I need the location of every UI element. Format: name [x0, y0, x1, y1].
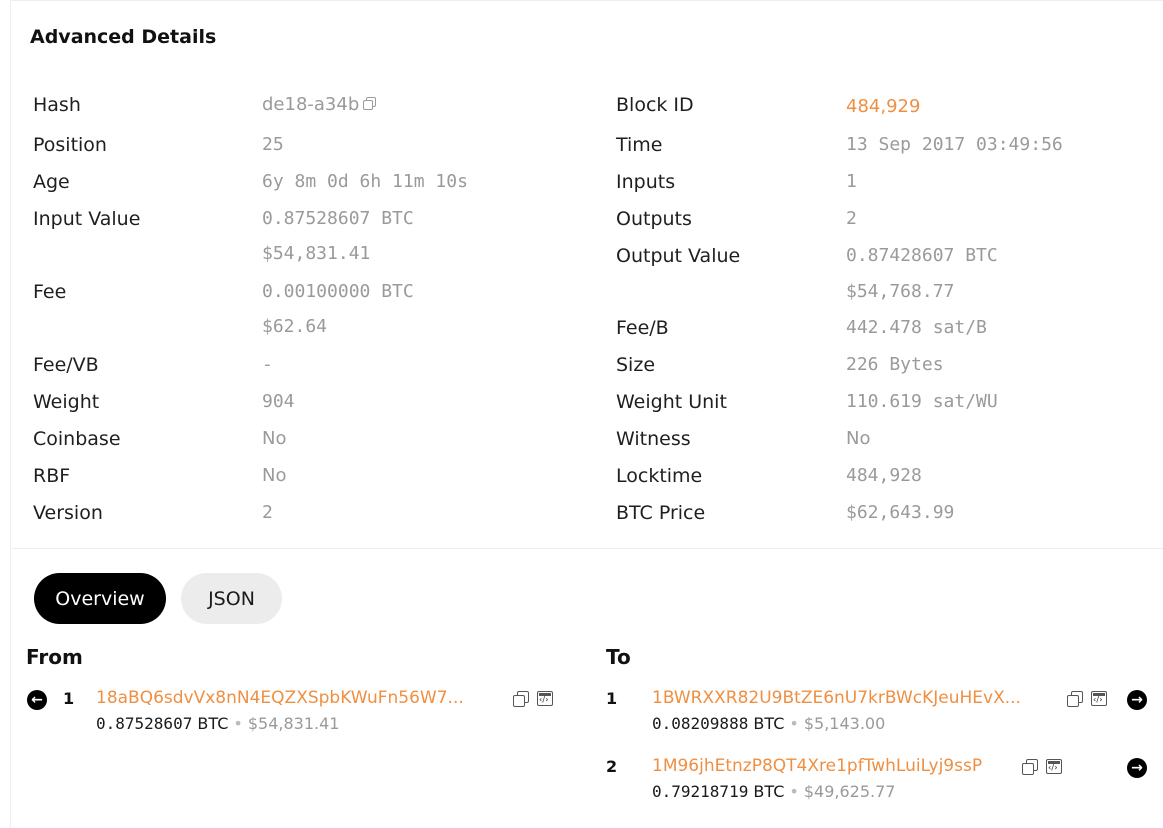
to-index-1: 1 — [606, 689, 618, 708]
to-btc-unit-1: BTC — [753, 714, 785, 733]
to-usd-2: $49,625.77 — [803, 782, 896, 801]
size-value: 226 Bytes — [846, 354, 944, 375]
witness-label: Witness — [616, 428, 691, 450]
output-value-btc: 0.87428607 BTC — [846, 245, 998, 266]
weight-unit-value: 110.619 sat/WU — [846, 391, 998, 412]
to-amount-2: 0.79218719 BTC • $49,625.77 — [652, 782, 895, 801]
input-value-label: Input Value — [33, 208, 141, 230]
to-btc-1: 0.08209888 — [652, 714, 749, 733]
inputs-value: 1 — [846, 171, 857, 192]
outputs-label: Outputs — [616, 208, 692, 230]
from-btc-unit: BTC — [197, 714, 229, 733]
output-value-label: Output Value — [616, 245, 741, 267]
locktime-value: 484,928 — [846, 465, 922, 486]
time-value: 13 Sep 2017 03:49:56 — [846, 134, 1063, 155]
to-btc-2: 0.79218719 — [652, 782, 749, 801]
fee-btc: 0.00100000 BTC — [262, 281, 414, 302]
rbf-label: RBF — [33, 465, 71, 487]
arrow-left-icon[interactable]: ← — [27, 690, 47, 710]
version-label: Version — [33, 502, 103, 524]
outputs-value: 2 — [846, 208, 857, 229]
rbf-value: No — [262, 465, 287, 486]
hash-label: Hash — [33, 94, 81, 116]
separator-dot: • — [789, 714, 799, 733]
to-usd-1: $5,143.00 — [803, 714, 886, 733]
from-heading: From — [26, 645, 83, 669]
size-label: Size — [616, 354, 656, 376]
output-value-usd: $54,768.77 — [846, 281, 955, 302]
block-id-link[interactable]: 484,929 — [846, 96, 920, 117]
copy-icon[interactable] — [363, 97, 377, 110]
hash-value[interactable]: de18-a34b — [262, 94, 359, 115]
from-address-link[interactable]: 18aBQ6sdvVx8nN4EQZXSpbKWuFn56W7... — [96, 688, 464, 708]
to-btc-unit-2: BTC — [753, 782, 785, 801]
tab-json[interactable]: JSON — [181, 573, 282, 624]
arrow-right-icon[interactable]: → — [1127, 758, 1147, 778]
age-label: Age — [33, 171, 70, 193]
age-value: 6y 8m 0d 6h 11m 10s — [262, 171, 468, 192]
input-value-btc: 0.87528607 BTC — [262, 208, 414, 229]
locktime-label: Locktime — [616, 465, 703, 487]
fee-usd: $62.64 — [262, 316, 328, 337]
witness-value: No — [846, 428, 871, 449]
copy-icon[interactable] — [1067, 691, 1083, 707]
coinbase-value: No — [262, 428, 287, 449]
script-icon[interactable] — [537, 691, 553, 706]
feevb-label: Fee/VB — [33, 354, 99, 376]
from-index: 1 — [63, 689, 75, 708]
position-label: Position — [33, 134, 107, 156]
fee-label: Fee — [33, 281, 67, 303]
feeb-label: Fee/B — [616, 317, 669, 339]
arrow-right-icon[interactable]: → — [1127, 690, 1147, 710]
block-id-label: Block ID — [616, 94, 694, 116]
from-usd: $54,831.41 — [247, 714, 340, 733]
script-icon[interactable] — [1091, 691, 1107, 706]
feevb-value: - — [262, 354, 273, 375]
script-icon[interactable] — [1046, 759, 1062, 774]
from-btc: 0.87528607 — [96, 714, 193, 733]
btc-price-value: $62,643.99 — [846, 502, 955, 523]
section-title: Advanced Details — [30, 26, 217, 48]
position-value: 25 — [262, 134, 284, 155]
to-heading: To — [606, 645, 631, 669]
time-label: Time — [616, 134, 663, 156]
weight-label: Weight — [33, 391, 100, 413]
input-value-usd: $54,831.41 — [262, 243, 371, 264]
coinbase-label: Coinbase — [33, 428, 121, 450]
separator-dot: • — [233, 714, 243, 733]
hash-value-group: de18-a34b — [262, 94, 377, 115]
feeb-value: 442.478 sat/B — [846, 317, 987, 338]
copy-icon[interactable] — [513, 691, 529, 707]
version-value: 2 — [262, 502, 273, 523]
from-amount: 0.87528607 BTC • $54,831.41 — [96, 714, 339, 733]
btc-price-label: BTC Price — [616, 502, 706, 524]
inputs-label: Inputs — [616, 171, 676, 193]
to-address-link-1[interactable]: 1BWRXXR82U9BtZE6nU7krBWcKJeuHEvX... — [652, 688, 1021, 708]
to-index-2: 2 — [606, 757, 618, 776]
separator-dot: • — [789, 782, 799, 801]
to-amount-1: 0.08209888 BTC • $5,143.00 — [652, 714, 885, 733]
tab-overview[interactable]: Overview — [34, 573, 166, 624]
weight-value: 904 — [262, 391, 295, 412]
weight-unit-label: Weight Unit — [616, 391, 727, 413]
to-address-link-2[interactable]: 1M96jhEtnzP8QT4Xre1pfTwhLuiLyj9ssP — [652, 756, 982, 776]
copy-icon[interactable] — [1022, 759, 1038, 775]
section-divider — [10, 548, 1163, 549]
